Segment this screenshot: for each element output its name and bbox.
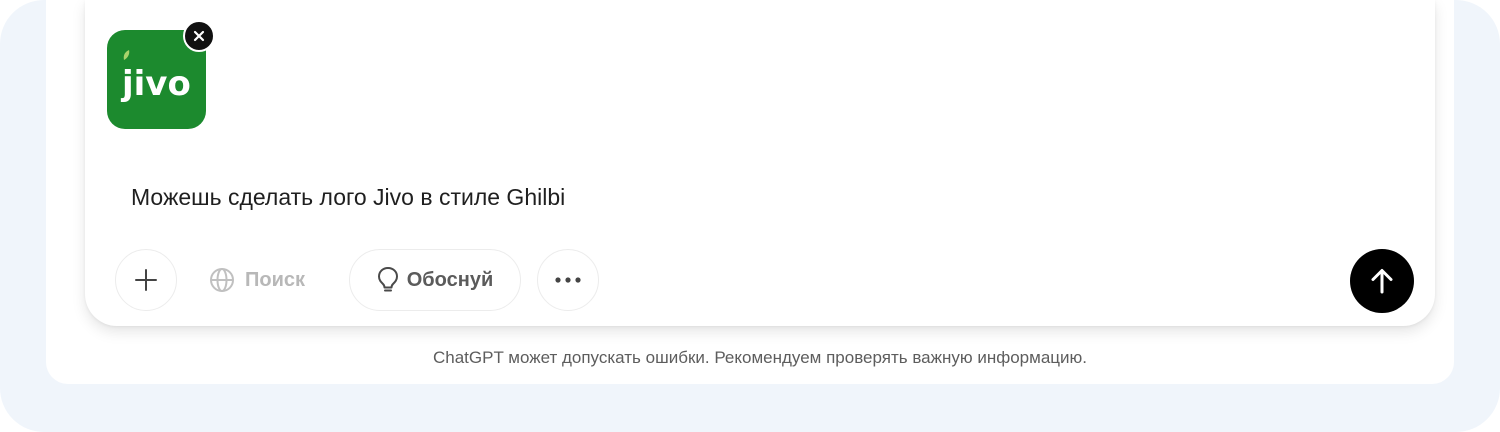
lightbulb-icon	[377, 267, 398, 292]
close-icon	[193, 30, 205, 42]
globe-icon	[210, 268, 234, 292]
arrow-up-icon	[1371, 269, 1393, 294]
prompt-input[interactable]: Можешь сделать лого Jivo в стиле Ghilbi	[131, 180, 565, 214]
ellipsis-icon	[555, 277, 581, 283]
remove-attachment-button[interactable]	[183, 20, 215, 52]
search-button[interactable]: Поиск	[201, 249, 319, 311]
message-composer: jivo Можешь сделать лого Jivo в стиле Gh…	[85, 0, 1435, 326]
add-attachment-button[interactable]	[115, 249, 177, 311]
reason-button-label: Обоснуй	[406, 268, 494, 291]
search-button-label: Поиск	[245, 268, 306, 291]
more-options-button[interactable]	[537, 249, 599, 311]
svg-text:jivo: jivo	[120, 64, 191, 104]
reason-button[interactable]: Обоснуй	[349, 249, 521, 311]
send-button[interactable]	[1350, 249, 1414, 313]
disclaimer-text: ChatGPT может допускать ошибки. Рекоменд…	[432, 348, 1087, 367]
plus-icon	[135, 269, 157, 291]
